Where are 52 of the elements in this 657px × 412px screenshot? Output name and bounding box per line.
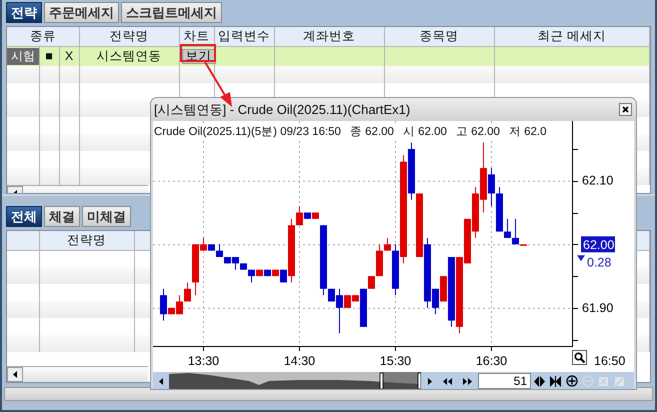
- price-change: 0.28: [587, 255, 612, 270]
- chart-info-text: 고 62.00: [456, 125, 500, 140]
- time-label: 13:30: [188, 354, 220, 368]
- price-label: 62.10: [582, 174, 614, 188]
- chart-info-text: 저 62.0: [508, 125, 546, 140]
- last-price-tag: 62.00: [581, 236, 615, 252]
- window-title: [시스템연동] - Crude Oil(2025.11)(ChartEx1): [154, 100, 410, 119]
- column-header: 최근 메세지: [494, 27, 650, 46]
- zoom-out-icon: [582, 375, 594, 387]
- right-arrow-icon: [428, 378, 432, 384]
- column-header: 계좌번호: [274, 27, 384, 46]
- bowtie-icon: [550, 376, 561, 386]
- close-button[interactable]: [619, 103, 632, 116]
- overview-navigator[interactable]: [169, 372, 421, 389]
- tab[interactable]: 전략: [6, 2, 42, 23]
- scroll-left-button[interactable]: [7, 367, 23, 382]
- magnifier-icon: [574, 352, 585, 363]
- highlight-frame: [180, 44, 216, 62]
- fast-forward-icon: [462, 378, 472, 384]
- rewind-icon: [442, 378, 452, 384]
- tab[interactable]: 미체결: [82, 206, 131, 227]
- column-header: 종목명: [384, 27, 494, 46]
- zoom-in-icon: [566, 375, 578, 387]
- close-icon: [622, 106, 629, 113]
- type-label: 시험: [7, 48, 38, 65]
- tab[interactable]: 전체: [6, 206, 42, 227]
- tab[interactable]: 스크립트메세지: [121, 2, 222, 23]
- chart-info-text: 종 62.00: [350, 125, 394, 140]
- chart-info-text: 시 62.00: [402, 125, 447, 140]
- time-label: 15:30: [380, 354, 412, 368]
- tab[interactable]: 주문메세지: [44, 2, 119, 23]
- strategy-cell: 시스템연동: [79, 46, 180, 66]
- price-label: 61.90: [582, 300, 614, 315]
- time-label: 16:50: [594, 354, 626, 368]
- horizontal-scrollbar[interactable]: [7, 366, 148, 382]
- time-label: 14:30: [284, 354, 316, 368]
- left-arrow-icon: [13, 371, 17, 378]
- square-icon: [598, 376, 609, 386]
- column-header: 전략명: [39, 231, 134, 250]
- flag-cell: X: [59, 46, 80, 66]
- column-header: 전략명: [79, 27, 180, 46]
- column-header: 종류: [7, 27, 80, 46]
- status-mark: ■: [39, 46, 59, 66]
- zoom-button[interactable]: [572, 350, 587, 365]
- bar-count-field[interactable]: 51: [478, 373, 531, 389]
- time-label: 16:30: [476, 354, 508, 368]
- square-icon: [614, 376, 625, 386]
- zoom-in-button[interactable]: [564, 372, 579, 389]
- left-arrow-icon: [158, 378, 162, 384]
- column-header: 입력변수: [214, 27, 274, 46]
- chart-info-text: Crude Oil(2025.11)(5분) 09/23 16:50: [154, 125, 341, 140]
- tab[interactable]: 체결: [44, 206, 80, 227]
